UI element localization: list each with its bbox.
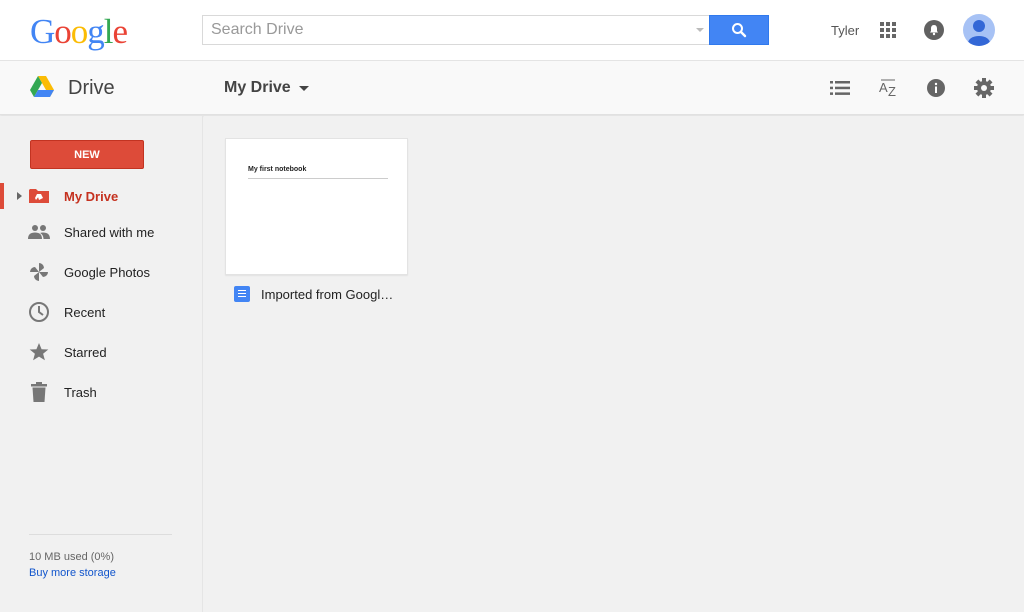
- search-options-dropdown-icon[interactable]: [696, 28, 704, 32]
- settings-gear-icon[interactable]: [972, 76, 996, 100]
- sidebar-item-label: Starred: [64, 344, 107, 360]
- clock-icon: [28, 301, 50, 323]
- search-icon: [732, 23, 747, 38]
- doc-preview-rule: [248, 178, 388, 179]
- file-name: Imported from Googl…: [261, 286, 394, 302]
- apps-grid-icon[interactable]: [880, 22, 896, 38]
- top-bar: Google Tyler: [0, 0, 1024, 61]
- search-button[interactable]: [709, 15, 769, 45]
- sidebar-item-recent[interactable]: Recent: [0, 297, 202, 327]
- drive-app-name: Drive: [68, 77, 115, 99]
- list-view-icon[interactable]: [828, 76, 852, 100]
- sidebar-item-starred[interactable]: Starred: [0, 337, 202, 367]
- trash-icon: [28, 381, 50, 403]
- sidebar-item-shared-with-me[interactable]: Shared with me: [0, 217, 202, 247]
- sidebar-item-label: Shared with me: [64, 224, 155, 240]
- notifications-bell-icon[interactable]: [924, 20, 944, 40]
- new-button[interactable]: NEW: [30, 140, 144, 169]
- photos-pinwheel-icon: [28, 261, 50, 283]
- file-thumbnail[interactable]: My first notebook: [225, 138, 408, 275]
- sidebar-item-label: Recent: [64, 304, 106, 320]
- google-logo[interactable]: Google: [30, 12, 128, 52]
- sidebar: NEW My Drive Shared with me Google Photo…: [0, 116, 203, 612]
- buy-more-storage-link[interactable]: Buy more storage: [29, 567, 116, 579]
- drive-toolbar: Drive My Drive A Z: [0, 61, 1024, 115]
- svg-text:A: A: [879, 80, 888, 95]
- file-grid: My first notebook Imported from Googl…: [204, 116, 1024, 612]
- person-silhouette-icon: [968, 20, 990, 46]
- people-icon: [28, 221, 50, 243]
- current-folder-dropdown[interactable]: My Drive: [224, 79, 309, 97]
- sort-az-icon[interactable]: A Z: [876, 76, 900, 100]
- chevron-down-icon: [298, 85, 309, 91]
- account-avatar[interactable]: [963, 14, 995, 46]
- google-docs-icon: [234, 286, 250, 302]
- storage-usage-text: 10 MB used (0%): [29, 551, 114, 563]
- sidebar-item-label: My Drive: [64, 188, 119, 204]
- sidebar-item-label: Google Photos: [64, 264, 151, 280]
- doc-preview-title: My first notebook: [248, 166, 307, 173]
- active-indicator: [0, 183, 4, 209]
- user-name[interactable]: Tyler: [831, 23, 859, 38]
- drive-folder-icon: [28, 185, 50, 207]
- divider: [29, 534, 172, 535]
- search-input[interactable]: [203, 16, 683, 44]
- expand-triangle-icon[interactable]: [17, 192, 22, 200]
- svg-text:Z: Z: [888, 84, 896, 99]
- sidebar-item-my-drive[interactable]: My Drive: [0, 181, 202, 211]
- info-icon[interactable]: [924, 76, 948, 100]
- sidebar-item-trash[interactable]: Trash: [0, 377, 202, 407]
- search-box: [202, 15, 710, 45]
- file-title-row[interactable]: Imported from Googl…: [234, 284, 404, 304]
- google-drive-logo-icon[interactable]: [30, 76, 54, 98]
- sidebar-item-label: Trash: [64, 384, 97, 400]
- star-icon: [28, 341, 50, 363]
- current-folder-label: My Drive: [224, 79, 291, 96]
- sidebar-item-google-photos[interactable]: Google Photos: [0, 257, 202, 287]
